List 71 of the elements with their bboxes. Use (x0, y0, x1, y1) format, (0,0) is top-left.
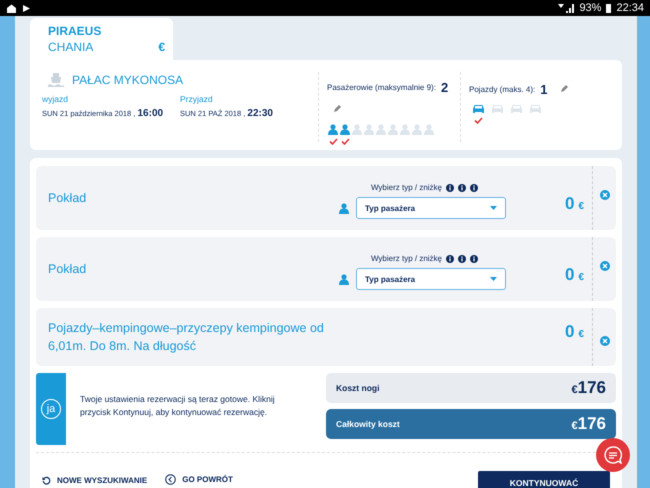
vehicles-label: Pojazdy (maks. 4): (469, 84, 536, 94)
car-icon (491, 104, 504, 114)
clock: 22:34 (616, 2, 644, 14)
vehicle-count: 1 (540, 82, 548, 96)
close-icon[interactable] (600, 190, 610, 200)
ship-icon (48, 72, 64, 88)
car-icon (510, 104, 523, 114)
check-icon (474, 117, 483, 124)
car-icon (529, 104, 542, 114)
badge-text: ja (41, 399, 61, 419)
info-icon[interactable] (458, 184, 466, 192)
passenger-type-select[interactable]: Typ pasażera (356, 197, 506, 219)
info-icon[interactable] (446, 254, 454, 262)
cost-label: Koszt nogi (336, 383, 380, 393)
info-icon[interactable] (470, 184, 478, 192)
item-title: Pokład (47, 261, 88, 278)
pencil-icon[interactable] (333, 104, 342, 113)
caret-icon (490, 206, 497, 210)
person-icon (412, 124, 422, 135)
person-icon (364, 124, 374, 135)
person-icon (340, 124, 350, 135)
item-price: 0 (564, 194, 574, 214)
footer-link[interactable]: NOWE WYSZUKIWANIE (42, 476, 148, 488)
info-icon[interactable] (470, 254, 478, 262)
currency-symbol: € (158, 40, 165, 54)
date-label: wyjazd (42, 94, 69, 104)
currency-symbol: € (578, 329, 584, 340)
person-icon (388, 124, 398, 135)
item-price: 0 (564, 322, 574, 342)
cost-amount: €176 (572, 378, 606, 398)
close-icon[interactable] (600, 336, 610, 346)
ship-name: PAŁAC MYKONOSA (72, 73, 184, 87)
chat-icon (604, 446, 622, 464)
passenger-count: 2 (440, 80, 448, 95)
refresh-icon (42, 476, 51, 485)
currency-symbol: € (578, 272, 584, 283)
item-title: Pojazdy–kempingowe–przyczepy kempingowe od 6,01m. Do 8m. Na długość (47, 320, 325, 355)
person-icon (424, 124, 434, 135)
passengers-label: Pasażerowie (maksymalnie 9): (327, 83, 436, 92)
car-icon (472, 104, 485, 114)
person-icon (339, 202, 349, 214)
item-price: 0 (564, 265, 574, 285)
info-icon[interactable] (446, 184, 454, 192)
destination-port: CHANIA (48, 40, 94, 54)
person-icon (339, 274, 349, 284)
back-icon (165, 474, 176, 485)
date-label: Przyjazd (180, 94, 214, 104)
origin-port: PIRAEUS (48, 24, 102, 38)
person-icon (352, 124, 362, 135)
continue-button[interactable]: KONTYNUOWAĆ (478, 471, 610, 488)
item-title: Pokład (47, 190, 88, 207)
type-hint: Wybierz typ / zniżkę (370, 183, 442, 192)
caret-icon (490, 277, 497, 281)
close-icon[interactable] (600, 261, 610, 271)
battery-icon (606, 4, 612, 12)
info-icon[interactable] (458, 254, 466, 262)
person-icon (400, 124, 410, 135)
play-icon (22, 4, 31, 12)
app-icon (6, 4, 17, 12)
footer-link[interactable]: GO POWRÓT (165, 474, 233, 488)
person-icon (328, 124, 338, 135)
currency-symbol: € (578, 201, 584, 212)
notice-text: Twoje ustawienia rezerwacji są teraz gotowe. Kliknij przycisk Kontynuuj, aby kontynuować rezerwację. (79, 393, 276, 419)
cost-amount: €176 (572, 414, 606, 434)
cost-label: Całkowity koszt (336, 419, 400, 429)
person-icon (376, 124, 386, 135)
passenger-type-select[interactable]: Typ pasażera (356, 268, 506, 290)
pencil-icon[interactable] (560, 84, 570, 93)
type-hint: Wybierz typ / zniżkę (370, 254, 442, 263)
signal-icon (558, 4, 574, 12)
battery-percent: 93% (579, 2, 602, 14)
